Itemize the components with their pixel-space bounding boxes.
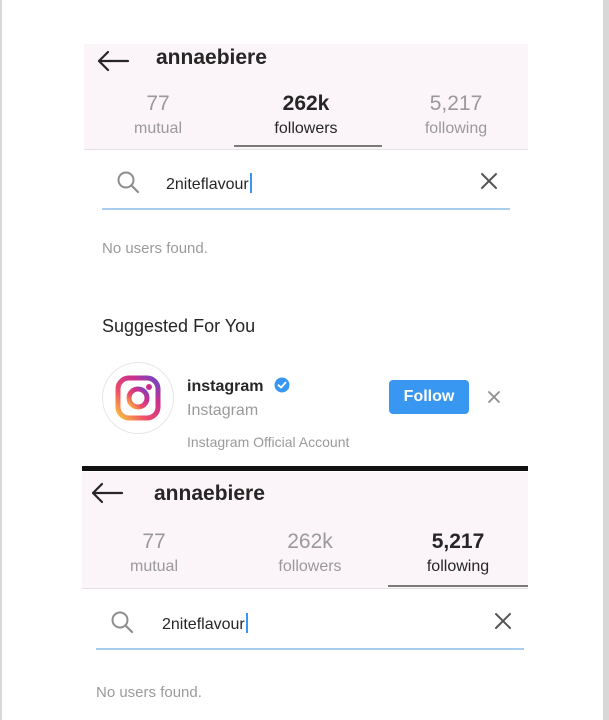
following-screen: annaebiere 77 mutual 262k followers 5,21… bbox=[82, 472, 528, 720]
dismiss-suggestion-icon[interactable] bbox=[487, 390, 501, 404]
search-input[interactable]: 2niteflavour bbox=[166, 173, 252, 194]
follow-button[interactable]: Follow bbox=[389, 380, 469, 414]
empty-results-message: No users found. bbox=[102, 240, 208, 257]
screenshot-separator bbox=[82, 466, 528, 471]
suggested-account-fullname: Instagram bbox=[187, 402, 259, 419]
search-icon bbox=[111, 611, 134, 634]
account-username: instagram bbox=[187, 378, 264, 395]
followers-label: followers bbox=[278, 558, 342, 575]
tab-following[interactable]: 5,217 following bbox=[386, 92, 526, 138]
search-bar[interactable]: 2niteflavour bbox=[102, 154, 510, 210]
tab-mutual[interactable]: 77 mutual bbox=[88, 92, 228, 138]
suggested-account-name[interactable]: instagram bbox=[187, 377, 290, 396]
search-underline bbox=[96, 648, 524, 650]
following-label: following bbox=[426, 558, 490, 575]
tab-followers[interactable]: 262k followers bbox=[240, 530, 380, 576]
tab-mutual[interactable]: 77 mutual bbox=[84, 530, 224, 576]
profile-username: annaebiere bbox=[156, 46, 267, 69]
followers-label: followers bbox=[274, 120, 338, 137]
mutual-count: 77 bbox=[146, 92, 170, 115]
profile-header: annaebiere 77 mutual 262k followers 5,21… bbox=[84, 44, 528, 149]
mutual-label: mutual bbox=[129, 558, 179, 575]
following-count: 5,217 bbox=[431, 530, 485, 553]
text-caret bbox=[245, 613, 248, 633]
following-count: 5,217 bbox=[429, 92, 483, 115]
followers-screen: annaebiere 77 mutual 262k followers 5,21… bbox=[84, 44, 528, 464]
profile-header: annaebiere 77 mutual 262k followers 5,21… bbox=[82, 472, 528, 588]
instagram-logo-icon bbox=[115, 375, 161, 421]
frame-border-right bbox=[603, 0, 609, 720]
following-label: following bbox=[424, 120, 488, 137]
profile-username: annaebiere bbox=[154, 482, 265, 505]
mutual-label: mutual bbox=[133, 120, 183, 137]
header-divider bbox=[82, 588, 528, 589]
tab-following[interactable]: 5,217 following bbox=[388, 530, 528, 576]
active-tab-indicator bbox=[388, 585, 528, 587]
frame-border-left bbox=[0, 0, 2, 720]
verified-badge-icon bbox=[274, 377, 290, 393]
suggested-heading: Suggested For You bbox=[102, 316, 256, 336]
close-icon[interactable] bbox=[494, 612, 512, 630]
search-bar[interactable]: 2niteflavour bbox=[96, 594, 524, 650]
suggested-account-note: Instagram Official Account bbox=[187, 434, 350, 450]
tab-followers[interactable]: 262k followers bbox=[236, 92, 376, 138]
search-underline bbox=[102, 208, 510, 210]
search-input[interactable]: 2niteflavour bbox=[162, 613, 248, 634]
search-icon bbox=[117, 171, 140, 194]
back-arrow-icon[interactable] bbox=[96, 50, 130, 72]
mutual-count: 77 bbox=[142, 530, 166, 553]
followers-count: 262k bbox=[282, 92, 330, 115]
search-input-value: 2niteflavour bbox=[166, 176, 249, 193]
empty-results-message: No users found. bbox=[96, 684, 202, 701]
text-caret bbox=[249, 173, 252, 193]
back-arrow-icon[interactable] bbox=[90, 482, 124, 504]
close-icon[interactable] bbox=[480, 172, 498, 190]
avatar[interactable] bbox=[102, 362, 174, 434]
active-tab-indicator bbox=[234, 145, 382, 147]
header-divider bbox=[84, 149, 528, 150]
followers-count: 262k bbox=[287, 530, 333, 553]
search-input-value: 2niteflavour bbox=[162, 616, 245, 633]
